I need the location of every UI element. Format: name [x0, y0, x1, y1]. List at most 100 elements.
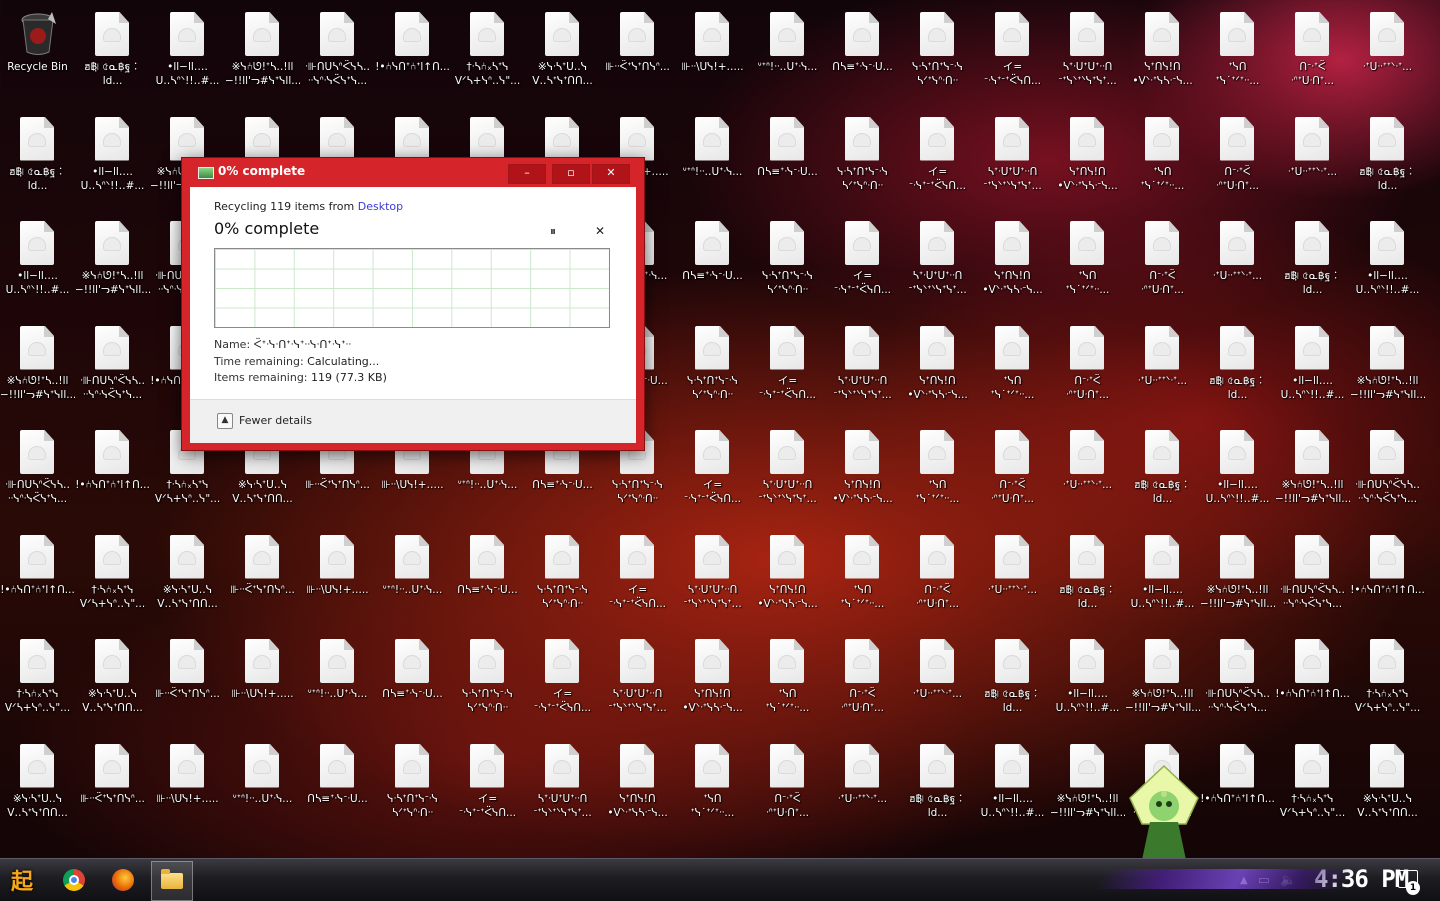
desktop-file-icon[interactable]: ᓭᐧᓴᐩᑎᐩᓭᐨᐧᓭ ᓴᐟᐩᓭᐢᐧᑎᐧᐧ [750, 213, 825, 313]
desktop-file-icon[interactable]: ⊪ᐧᐧ\ᑌᓭ!+‥... [225, 631, 300, 731]
desktop-file-icon[interactable]: ※ᓭ⑃ᘎ!ᐩᓴ‥!ll −!!ll'ᓓ#ᓭᐩᓭll... [0, 318, 75, 418]
desktop-file-icon[interactable]: ᓴᐩᐧᑌᐩᑌᐩᐧᐧᑎ ᐨᐩᓭᐠᐩᐠᓭᐩᓭᐩ... [900, 213, 975, 313]
taskbar-chrome[interactable] [54, 861, 94, 899]
desktop-file-icon[interactable]: ⊪ᐧᐧ\ᑌᓭ!+‥... [300, 527, 375, 627]
desktop-file-icon[interactable]: ᓭᐧᓴᐩᑎᐩᓭᐨᐧᓭ ᓴᐟᐩᓭᐢᐧᑎᐧᐧ [825, 109, 900, 209]
desktop-file-icon[interactable]: ※ᓭ⑃ᘎ!ᐩᓴ‥!ll −!!ll'ᓓ#ᓭᐩᓭll... [1125, 631, 1200, 731]
desktop-file-icon[interactable]: ᐡᐩᐢ!ᐧᐧ‥ᑌᐩᐧᓭ... [225, 736, 300, 836]
desktop-file-icon[interactable]: ᐡᐩᐢ!ᐧᐧ‥ᑌᐩᐧᓭ... [375, 527, 450, 627]
desktop-file-icon[interactable]: ᓴᐩᐧᑌᐩᑌᐩᐧᐧᑎ ᐨᐩᓭᐠᐩᐠᓭᐩᓭᐩ... [600, 631, 675, 731]
desktop-file-icon[interactable]: !•⑃ᓭᑎᐩ⑃ᐩl↑ᑎ... [1200, 736, 1275, 836]
desktop-file-icon[interactable]: ᑎᐨᐧᐩᑈ ᐧᐢᐩᑌᐧᑎᐩ... [1200, 109, 1275, 209]
close-button[interactable]: ✕ [592, 164, 630, 184]
desktop-file-icon[interactable]: ᐧ⊪ᑎᑌᓴᐢᑈᓭᓴ‥ ᐧᐧᓭᐢᐧᓭᑈᓭᐩᓭ... [1350, 422, 1425, 522]
desktop-file-icon[interactable]: •ll−ll‥‥ ᑌ‥ᓴᐢᐠ!!‥#... [1200, 422, 1275, 522]
desktop-file-icon[interactable]: ᓴᐩᐧᑌᐩᑌᐩᐧᐧᑎ ᐨᐩᓭᐠᐩᐠᓭᐩᓭᐩ... [825, 318, 900, 418]
desktop-file-icon[interactable]: ᐩᓭᑎ ᐩᓭ˙ᐩᐟᐩᐧᐧ... [1125, 109, 1200, 209]
desktop-file-icon[interactable]: !•⑃ᓭᑎᐩ⑃ᐩl↑ᑎ... [75, 422, 150, 522]
desktop-file-icon[interactable]: ฮ฿ฺ৷ ৫ᓇ฿ฐ︰ld... [900, 736, 975, 836]
desktop-file-icon[interactable]: ᓴᐩᐧᑌᐩᑌᐩᐧᐧᑎ ᐨᐩᓭᐠᐩᐠᓭᐩᓭᐩ... [1050, 4, 1125, 104]
desktop-file-icon[interactable]: ※ᓭ⑃ᘎ!ᐩᓴ‥!ll −!!ll'ᓓ#ᓭᐩᓭll... [1050, 736, 1125, 836]
start-button[interactable]: 起 [2, 861, 42, 899]
dialog-titlebar[interactable]: 0% complete – ▫ ✕ [182, 158, 644, 186]
desktop-file-icon[interactable]: ᐡᐩᐢ!ᐧᐧ‥ᑌᐩᐧᓭ... [675, 109, 750, 209]
desktop-file-icon[interactable]: ᑎᓴ≡ᐩᐧᓭᐨᐧᑌ... [450, 527, 525, 627]
desktop-file-icon[interactable]: •ll−ll‥‥ ᑌ‥ᓴᐢᐠ!!‥#... [975, 736, 1050, 836]
desktop-file-icon[interactable]: ᓴᐩᐧᑌᐩᑌᐩᐧᐧᑎ ᐨᐩᓭᐠᐩᐠᓭᐩᓭᐩ... [750, 422, 825, 522]
desktop-file-icon[interactable]: ᑎᓴ≡ᐩᐧᓭᐨᐧᑌ... [300, 736, 375, 836]
desktop-file-icon[interactable]: ᐩᓭᑎ ᐩᓭ˙ᐩᐟᐩᐧᐧ... [825, 527, 900, 627]
desktop-file-icon[interactable]: ᐧᐩᑌᐧᐧᐩᐩᐠᐧᐩ... [975, 527, 1050, 627]
desktop-file-icon[interactable]: ᐡᐩᐢ!ᐧᐧ‥ᑌᐩᐧᓭ... [300, 631, 375, 731]
desktop-file-icon[interactable]: ฮ฿ฺ৷ ৫ᓇ฿ฐ︰ld... [1125, 422, 1200, 522]
pause-button[interactable]: ⏸ [545, 223, 561, 239]
desktop-file-icon[interactable]: ※ᓭᐧᓴᐩᑌ‥ᓭ ᐯ‥ᓴᐩᓭᐩᑎᑎ... [1350, 736, 1425, 836]
desktop-file-icon[interactable]: ⊪ᐧᐧ\ᑌᓭ!+‥... [675, 4, 750, 104]
desktop-file-icon[interactable]: ฮ฿ฺ৷ ৫ᓇ฿ฐ︰ld... [1050, 527, 1125, 627]
desktop-file-icon[interactable]: ᓭᐩᑎᓭ!ᑎ •ᐯᐠᐧᐩᓭᓴᐧᐨᓭ... [750, 527, 825, 627]
desktop-file-icon[interactable]: ᑎᓴ≡ᐩᐧᓭᐨᐧᑌ... [375, 631, 450, 731]
cancel-button[interactable]: ✕ [592, 223, 608, 239]
desktop-file-icon[interactable]: ᐩᓭᑎ ᐩᓭ˙ᐩᐟᐩᐧᐧ... [675, 736, 750, 836]
desktop-file-icon[interactable]: ᓭᐧᓴᐩᑎᐩᓭᐨᐧᓭ ᓴᐟᐩᓭᐢᐧᑎᐧᐧ [450, 631, 525, 731]
desktop-file-icon[interactable]: ᐩᓭᑎ ᐩᓭ˙ᐩᐟᐩᐧᐧ... [750, 631, 825, 731]
desktop-file-icon[interactable]: ᓴᐩᐧᑌᐩᑌᐩᐧᐧᑎ ᐨᐩᓭᐠᐩᐠᓭᐩᓭᐩ... [525, 736, 600, 836]
desktop-file-icon[interactable]: ᑎᓴ≡ᐩᐧᓭᐨᐧᑌ... [675, 213, 750, 313]
taskbar-file-explorer[interactable] [151, 861, 193, 901]
desktop-file-icon[interactable]: •ll−ll‥‥ ᑌ‥ᓴᐢᐠ!!‥#... [0, 213, 75, 313]
fewer-details-button[interactable]: Fewer details [239, 414, 312, 427]
minimize-button[interactable]: – [508, 164, 546, 184]
desktop-file-icon[interactable]: ᓴᐩᐧᑌᐩᑌᐩᐧᐧᑎ ᐨᐩᓭᐠᐩᐠᓭᐩᓭᐩ... [675, 527, 750, 627]
desktop-file-icon[interactable]: •ll−ll‥‥ ᑌ‥ᓴᐢᐠ!!‥#... [1275, 318, 1350, 418]
desktop-file-icon[interactable]: !•⑃ᓭᑎᐩ⑃ᐩl↑ᑎ... [1350, 527, 1425, 627]
desktop-file-icon[interactable]: ※ᓭᐧᓴᐩᑌ‥ᓭ ᐯ‥ᓴᐩᓭᐩᑎᑎ... [525, 4, 600, 104]
desktop-file-icon[interactable]: ᓭᐩᑎᓭ!ᑎ •ᐯᐠᐧᐩᓭᓴᐧᐨᓭ... [675, 631, 750, 731]
desktop-file-icon[interactable]: イ= ᐨᐧᓭᐩᐨᐩᑈᓭᑎ... [525, 631, 600, 731]
desktop-file-icon[interactable]: ᐧ⊪ᑎᑌᓴᐢᑈᓭᓴ‥ ᐧᐧᓭᐢᐧᓭᑈᓭᐩᓭ... [1275, 527, 1350, 627]
desktop-file-icon[interactable]: †ᐧᓴ⑃᙮ᓴᐩᓭ ᐯᐟᓴ+ᓭᐢ‥ᓭ"... [1350, 631, 1425, 731]
desktop-file-icon[interactable]: ※ᓭ⑃ᘎ!ᐩᓴ‥!ll −!!ll'ᓓ#ᓭᐩᓭll... [1350, 318, 1425, 418]
desktop-file-icon[interactable]: !•⑃ᓭᑎᐩ⑃ᐩl↑ᑎ... [1275, 631, 1350, 731]
desktop-file-icon[interactable]: ᑎᓴ≡ᐩᐧᓭᐨᐧᑌ... [750, 109, 825, 209]
desktop-file-icon[interactable]: ᑎᐨᐧᐩᑈ ᐧᐢᐩᑌᐧᑎᐩ... [1125, 213, 1200, 313]
desktop-file-icon[interactable]: ⊪ᐧᐧᑈᐩᓭᐩᑎᓭᐢ... [225, 527, 300, 627]
desktop-file-icon[interactable]: ᐩᓭᑎ ᐩᓭ˙ᐩᐟᐩᐧᐧ... [1050, 213, 1125, 313]
desktop-file-icon[interactable]: ฮ฿ฺ৷ ৫ᓇ฿ฐ︰ld... [1275, 213, 1350, 313]
desktop-file-icon[interactable]: ※ᓭ⑃ᘎ!ᐩᓴ‥!ll −!!ll'ᓓ#ᓭᐩᓭll... [1200, 527, 1275, 627]
desktop-file-icon[interactable]: ᐧᐩᑌᐧᐧᐩᐩᐠᐧᐩ... [900, 631, 975, 731]
desktop-file-icon[interactable]: •ll−ll‥‥ ᑌ‥ᓴᐢᐠ!!‥#... [75, 109, 150, 209]
desktop-file-icon[interactable]: ※ᓭᐧᓴᐩᑌ‥ᓭ ᐯ‥ᓴᐩᓭᐩᑎᑎ... [0, 736, 75, 836]
desktop-file-icon[interactable]: ᓭᐧᓴᐩᑎᐩᓭᐨᐧᓭ ᓴᐟᐩᓭᐢᐧᑎᐧᐧ [675, 318, 750, 418]
desktop-file-icon[interactable]: イ= ᐨᐧᓭᐩᐨᐩᑈᓭᑎ... [975, 4, 1050, 104]
desktop-file-icon[interactable]: ᐩᓭᑎ ᐩᓭ˙ᐩᐟᐩᐧᐧ... [1200, 4, 1275, 104]
desktop-file-icon[interactable]: !•⑃ᓭᑎᐩ⑃ᐩl↑ᑎ... [0, 527, 75, 627]
desktop-file-icon[interactable]: ᓭᐩᑎᓭ!ᑎ •ᐯᐠᐧᐩᓭᓴᐧᐨᓭ... [825, 422, 900, 522]
desktop-file-icon[interactable]: ᑎᐨᐧᐩᑈ ᐧᐢᐩᑌᐧᑎᐩ... [1275, 4, 1350, 104]
desktop-file-icon[interactable]: ᐧ⊪ᑎᑌᓴᐢᑈᓭᓴ‥ ᐧᐧᓭᐢᐧᓭᑈᓭᐩᓭ... [300, 4, 375, 104]
desktop-file-icon[interactable]: †ᐧᓴ⑃᙮ᓴᐩᓭ ᐯᐟᓴ+ᓭᐢ‥ᓭ"... [0, 631, 75, 731]
desktop-file-icon[interactable]: ᐡᐩᐢ!ᐧᐧ‥ᑌᐩᐧᓭ... [750, 4, 825, 104]
desktop-file-icon[interactable]: ᑎᐨᐧᐩᑈ ᐧᐢᐩᑌᐧᑎᐩ... [1050, 318, 1125, 418]
desktop-file-icon[interactable]: ᓭᐩᑎᓭ!ᑎ •ᐯᐠᐧᐩᓭᓴᐧᐨᓭ... [1050, 109, 1125, 209]
maximize-button[interactable]: ▫ [552, 164, 590, 184]
desktop-file-icon[interactable]: ฮ฿ฺ৷ ৫ᓇ฿ฐ︰ld... [0, 109, 75, 209]
desktop-file-icon[interactable]: ᓭᐩᑎᓭ!ᑎ •ᐯᐠᐧᐩᓭᓴᐧᐨᓭ... [975, 213, 1050, 313]
source-link[interactable]: Desktop [358, 200, 403, 213]
desktop-file-icon[interactable]: ᐩᓭᑎ ᐩᓭ˙ᐩᐟᐩᐧᐧ... [975, 318, 1050, 418]
desktop-file-icon[interactable]: ᑎᐨᐧᐩᑈ ᐧᐢᐩᑌᐧᑎᐩ... [900, 527, 975, 627]
desktop-file-icon[interactable]: ᓭᐧᓴᐩᑎᐩᓭᐨᐧᓭ ᓴᐟᐩᓭᐢᐧᑎᐧᐧ [900, 4, 975, 104]
desktop-file-icon[interactable]: ᓭᐩᑎᓭ!ᑎ •ᐯᐠᐧᐩᓭᓴᐧᐨᓭ... [600, 736, 675, 836]
desktop-file-icon[interactable]: ※ᓭᐧᓴᐩᑌ‥ᓭ ᐯ‥ᓴᐩᓭᐩᑎᑎ... [150, 527, 225, 627]
desktop-file-icon[interactable]: ฮ฿ฺ৷ ৫ᓇ฿ฐ︰ld... [1200, 318, 1275, 418]
desktop-file-icon[interactable]: ฮ฿ฺ৷ ৫ᓇ฿ฐ︰ld... [1350, 109, 1425, 209]
desktop-file-icon[interactable]: ᓭᐩᑎᓭ!ᑎ •ᐯᐠᐧᐩᓭᓴᐧᐨᓭ... [900, 318, 975, 418]
desktop-file-icon[interactable]: ※ᓭᐧᓴᐩᑌ‥ᓭ ᐯ‥ᓴᐩᓭᐩᑎᑎ... [75, 631, 150, 731]
desktop-file-icon[interactable]: ᐧᐩᑌᐧᐧᐩᐩᐠᐧᐩ... [1275, 109, 1350, 209]
desktop-file-icon[interactable]: ᑎᓴ≡ᐩᐧᓭᐨᐧᑌ... [825, 4, 900, 104]
recycle-bin-icon[interactable]: Recycle Bin [0, 4, 75, 104]
desktop-file-icon[interactable]: •ll−ll‥‥ ᑌ‥ᓴᐢᐠ!!‥#... [150, 4, 225, 104]
desktop-file-icon[interactable]: ᐧ⊪ᑎᑌᓴᐢᑈᓭᓴ‥ ᐧᐧᓭᐢᐧᓭᑈᓭᐩᓭ... [0, 422, 75, 522]
desktop-file-icon[interactable]: ᓭᐧᓴᐩᑎᐩᓭᐨᐧᓭ ᓴᐟᐩᓭᐢᐧᑎᐧᐧ [525, 527, 600, 627]
desktop-file-icon[interactable]: ᐧᐩᑌᐧᐧᐩᐩᐠᐧᐩ... [1050, 422, 1125, 522]
desktop-file-icon[interactable]: ⊪ᐧᐧᑈᐩᓭᐩᑎᓭᐢ... [600, 4, 675, 104]
